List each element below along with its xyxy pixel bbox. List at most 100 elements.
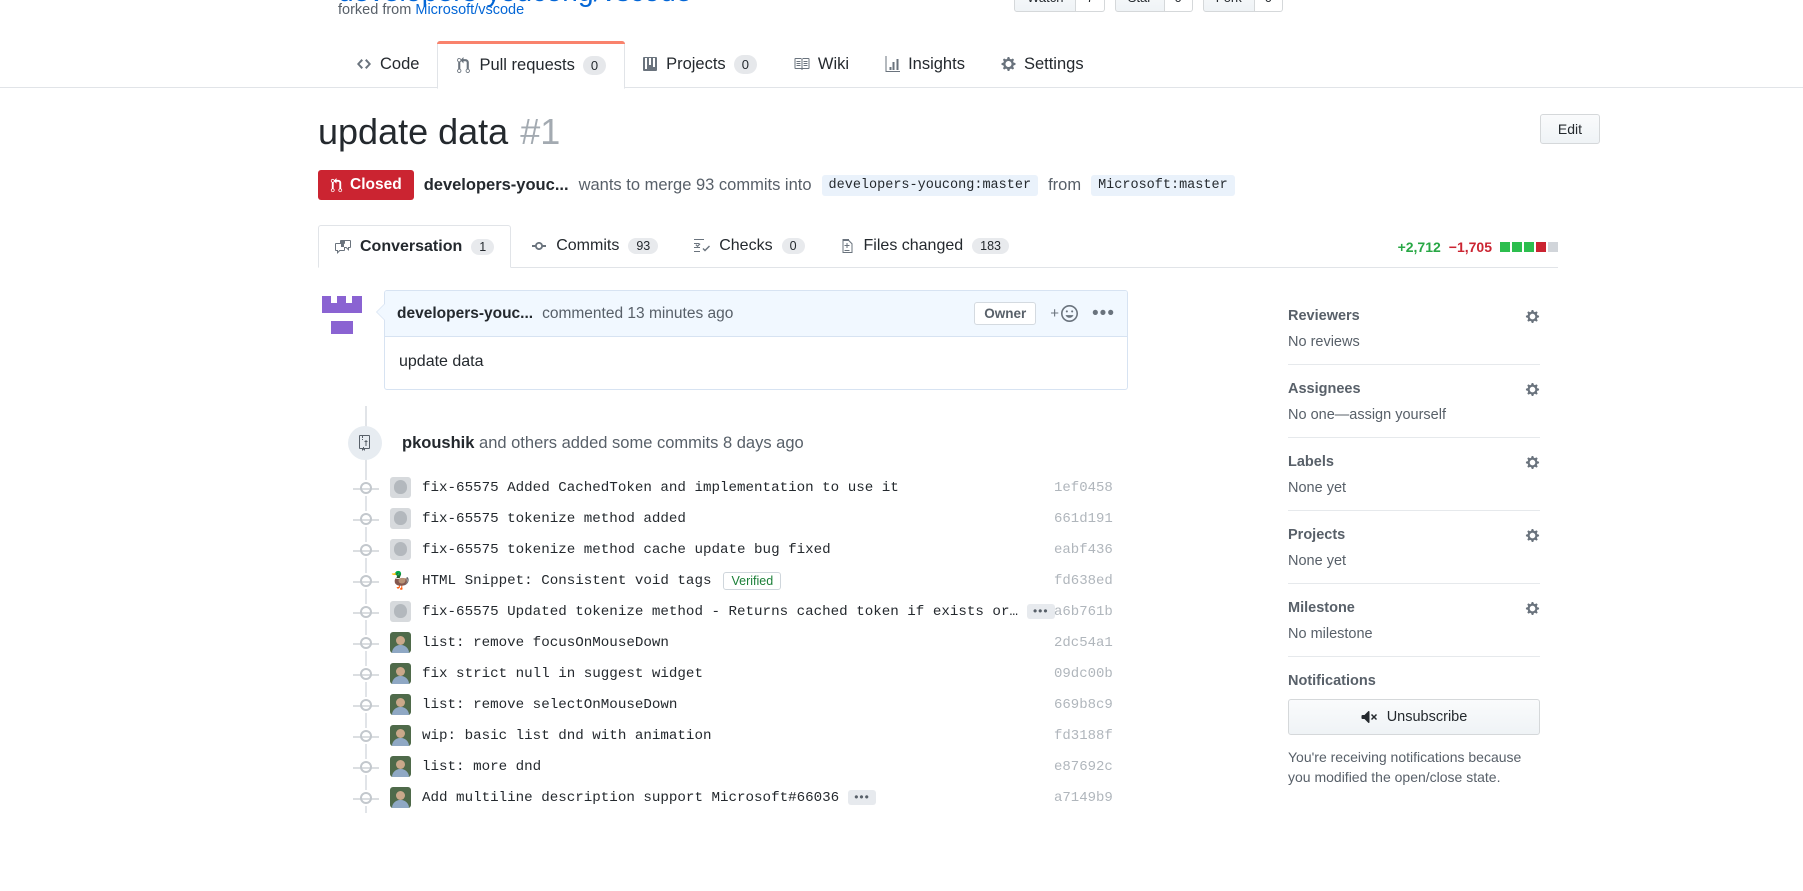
status-badge: Closed (318, 170, 414, 200)
base-branch-chip[interactable]: developers-youcong:master (821, 174, 1039, 196)
commit-author-avatar[interactable] (390, 787, 411, 808)
diff-block (1500, 242, 1510, 252)
commit-sha[interactable]: e87692c (1054, 759, 1113, 775)
repo-nav-settings-label: Settings (1023, 54, 1084, 73)
commit-message[interactable]: fix-65575 Updated tokenize method - Retu… (422, 604, 1018, 620)
commit-node-icon (353, 603, 379, 620)
watch-button-group[interactable]: Watch 7 (1014, 0, 1105, 12)
repo-nav-pull-requests[interactable]: Pull requests 0 (437, 41, 626, 89)
fork-count[interactable]: 0 (1254, 0, 1283, 12)
repo-nav-settings[interactable]: Settings (983, 40, 1102, 88)
commit-author-avatar[interactable]: 🦆 (390, 570, 411, 591)
commit-expand-icon[interactable]: ••• (1026, 604, 1055, 619)
repo-nav-wiki-label: Wiki (817, 54, 850, 73)
commit-author-avatar[interactable] (390, 477, 411, 498)
commit-row[interactable]: fix-65575 Added CachedToken and implemen… (318, 472, 1128, 503)
commit-sha[interactable]: eabf436 (1054, 542, 1113, 558)
commit-message[interactable]: Add multiline description support Micros… (422, 790, 839, 806)
comment-author[interactable]: developers-youc... (397, 305, 533, 323)
commit-expand-icon[interactable]: ••• (848, 790, 876, 805)
commit-author-avatar[interactable] (390, 725, 411, 746)
commit-author-avatar[interactable] (390, 632, 411, 653)
commit-row[interactable]: fix-65575 tokenize method cache update b… (318, 534, 1128, 565)
reviewers-gear-icon[interactable] (1525, 309, 1540, 324)
pr-author[interactable]: developers-youc... (424, 176, 569, 195)
milestone-gear-icon[interactable] (1525, 601, 1540, 616)
commit-row[interactable]: fix strict null in suggest widget 09dc00b (318, 658, 1128, 689)
commit-sha[interactable]: a7149b9 (1054, 790, 1113, 806)
commit-node-icon (353, 510, 379, 527)
commit-message[interactable]: list: remove focusOnMouseDown (422, 635, 669, 651)
comment-discussion-icon (335, 239, 351, 255)
tab-checks[interactable]: Checks 0 (678, 224, 820, 267)
diff-block (1524, 242, 1534, 252)
tab-conversation[interactable]: Conversation 1 (318, 225, 512, 268)
edit-button[interactable]: Edit (1539, 114, 1600, 144)
commit-row[interactable]: wip: basic list dnd with animation fd3188… (318, 720, 1128, 751)
commit-row[interactable]: fix-65575 tokenize method added 661d191 (318, 503, 1128, 534)
commit-row[interactable]: fix-65575 Updated tokenize method - Retu… (318, 596, 1128, 627)
commit-author-avatar[interactable] (390, 694, 411, 715)
commit-author-avatar[interactable] (390, 539, 411, 560)
pr-sidebar: Reviewers No reviews Assignees No one—as… (1288, 308, 1540, 818)
pr-from-label: from (1048, 175, 1082, 194)
commit-sha[interactable]: a6b761b (1054, 604, 1113, 620)
sidebar-section-projects: Projects None yet (1288, 527, 1540, 584)
commit-sha[interactable]: 661d191 (1054, 511, 1113, 527)
commit-message[interactable]: fix strict null in suggest widget (422, 666, 703, 682)
tab-commits[interactable]: Commits 93 (515, 224, 674, 267)
repo-nav-insights[interactable]: Insights (867, 40, 983, 88)
diff-additions: +2,712 (1397, 239, 1441, 255)
fork-button-group[interactable]: Fork 0 (1202, 0, 1283, 12)
commit-sha[interactable]: 1ef0458 (1054, 480, 1113, 496)
repo-nav-wiki[interactable]: Wiki (775, 40, 867, 88)
star-button[interactable]: Star (1114, 0, 1165, 12)
commit-author-avatar[interactable] (390, 756, 411, 777)
avatar[interactable] (318, 292, 366, 340)
commit-sha[interactable]: 09dc00b (1054, 666, 1113, 682)
commit-node-icon (353, 727, 379, 744)
projects-gear-icon[interactable] (1525, 528, 1540, 543)
add-reaction-icon[interactable]: + (1050, 305, 1079, 322)
commit-row[interactable]: 🦆 HTML Snippet: Consistent void tags Verif… (318, 565, 1128, 596)
tab-files-changed[interactable]: Files changed 183 (825, 224, 1025, 267)
assignees-gear-icon[interactable] (1525, 382, 1540, 397)
star-count[interactable]: 0 (1164, 0, 1193, 12)
commit-sha[interactable]: fd638ed (1054, 573, 1113, 589)
unsubscribe-button[interactable]: Unsubscribe (1288, 699, 1540, 735)
commit-sha[interactable]: 669b8c9 (1054, 697, 1113, 713)
commits-group-actor[interactable]: pkoushik (402, 434, 474, 452)
head-branch-chip[interactable]: Microsoft:master (1091, 174, 1235, 196)
commit-message[interactable]: HTML Snippet: Consistent void tags (422, 573, 711, 589)
commit-row[interactable]: Add multiline description support Micros… (318, 782, 1128, 813)
commit-message[interactable]: list: remove selectOnMouseDown (422, 697, 677, 713)
star-button-group[interactable]: Star 0 (1114, 0, 1193, 12)
watch-count[interactable]: 7 (1076, 0, 1105, 12)
commit-author-avatar[interactable] (390, 601, 411, 622)
project-board-icon (643, 56, 658, 72)
repo-nav-insights-label: Insights (908, 54, 965, 73)
commit-message[interactable]: list: more dnd (422, 759, 541, 775)
assignees-value[interactable]: No one—assign yourself (1288, 407, 1540, 423)
commit-row[interactable]: list: remove focusOnMouseDown 2dc54a1 (318, 627, 1128, 658)
labels-gear-icon[interactable] (1525, 455, 1540, 470)
fork-button[interactable]: Fork (1202, 0, 1255, 12)
repo-nav-projects[interactable]: Projects 0 (625, 40, 775, 88)
graph-icon (885, 56, 901, 72)
commit-message[interactable]: wip: basic list dnd with animation (422, 728, 711, 744)
commit-message[interactable]: fix-65575 tokenize method added (422, 511, 686, 527)
watch-button[interactable]: Watch (1014, 0, 1077, 12)
commit-message[interactable]: fix-65575 tokenize method cache update b… (422, 542, 831, 558)
sidebar-section-notifications: Notifications Unsubscribe You're receivi… (1288, 673, 1540, 802)
commit-author-avatar[interactable] (390, 508, 411, 529)
repo-nav-code[interactable]: Code (338, 40, 437, 88)
diff-deletions: −1,705 (1448, 239, 1492, 255)
commit-message[interactable]: fix-65575 Added CachedToken and implemen… (422, 480, 899, 496)
commit-sha[interactable]: 2dc54a1 (1054, 635, 1113, 651)
forked-from-link[interactable]: Microsoft/vscode (415, 2, 524, 18)
commit-row[interactable]: list: more dnd e87692c (318, 751, 1128, 782)
commit-row[interactable]: list: remove selectOnMouseDown 669b8c9 (318, 689, 1128, 720)
commit-author-avatar[interactable] (390, 663, 411, 684)
comment-menu-icon[interactable]: ••• (1092, 304, 1115, 323)
commit-sha[interactable]: fd3188f (1054, 728, 1113, 744)
